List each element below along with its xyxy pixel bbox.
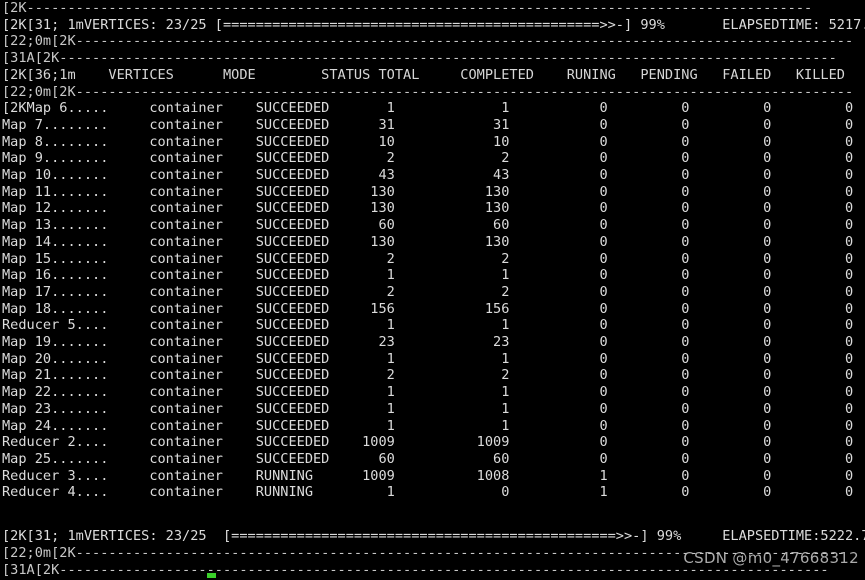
terminal-window[interactable]: [2K-------------------------------------… <box>0 0 865 580</box>
table-row: Map 17....... container SUCCEEDED 2 2 0 … <box>2 283 854 300</box>
table-row: Map 15....... container SUCCEEDED 2 2 0 … <box>2 250 854 267</box>
table-row: Map 20....... container SUCCEEDED 1 1 0 … <box>2 350 854 367</box>
table-row: Map 18....... container SUCCEEDED 156 15… <box>2 300 854 317</box>
table-row: Map 8........ container SUCCEEDED 10 10 … <box>2 133 854 150</box>
table-row: Map 14....... container SUCCEEDED 130 13… <box>2 233 854 250</box>
table-row: Reducer 3.... container RUNNING 1009 100… <box>2 467 854 484</box>
csdn-watermark: CSDN @m0_47668312 <box>683 549 859 567</box>
table-row: Reducer 5.... container SUCCEEDED 1 1 0 … <box>2 317 854 334</box>
table-row: Map 7........ container SUCCEEDED 31 31 … <box>2 116 854 133</box>
table-row: Map 21....... container SUCCEEDED 2 2 0 … <box>2 367 854 384</box>
table-row: Reducer 2.... container SUCCEEDED 1009 1… <box>2 434 854 451</box>
table-row: [2KMap 6..... container SUCCEEDED 1 1 0 … <box>2 100 854 117</box>
table-row: Map 24....... container SUCCEEDED 1 1 0 … <box>2 417 854 434</box>
table-row: Map 22....... container SUCCEEDED 1 1 0 … <box>2 384 854 401</box>
table-row: Map 10....... container SUCCEEDED 43 43 … <box>2 167 854 183</box>
table-row: Map 16....... container SUCCEEDED 1 1 0 … <box>2 267 854 284</box>
top-progress-line: [2K[31; 1mVERTICES: 23/25 [=============… <box>2 16 865 33</box>
table-header-row: [2K[36;1m VERTICES MODE STATUS TOTAL COM… <box>2 66 845 83</box>
table-row: Map 13....... container SUCCEEDED 60 60 … <box>2 217 854 234</box>
bottom-progress-line: [2K[31; 1mVERTICES: 23/25 [=============… <box>2 528 865 545</box>
table-row: Map 25....... container SUCCEEDED 60 60 … <box>2 450 854 467</box>
separator-rule-top-3: [31A[2K---------------------------------… <box>2 50 837 67</box>
table-row: Map 11....... container SUCCEEDED 130 13… <box>2 183 854 200</box>
table-row: Map 12....... container SUCCEEDED 130 13… <box>2 200 854 217</box>
separator-rule-top-1: [2K-------------------------------------… <box>2 0 813 16</box>
separator-rule-top-4: [22;0m[2K-------------------------------… <box>2 83 854 100</box>
table-row: Map 23....... container SUCCEEDED 1 1 0 … <box>2 400 854 417</box>
separator-rule-top-2: [22;0m[2K-------------------------------… <box>2 33 854 50</box>
table-row: Reducer 4.... container RUNNING 1 0 1 0 … <box>2 484 854 501</box>
table-row: Map 19....... container SUCCEEDED 23 23 … <box>2 334 854 350</box>
table-row: Map 9........ container SUCCEEDED 2 2 0 … <box>2 150 854 167</box>
terminal-cursor <box>207 573 216 578</box>
